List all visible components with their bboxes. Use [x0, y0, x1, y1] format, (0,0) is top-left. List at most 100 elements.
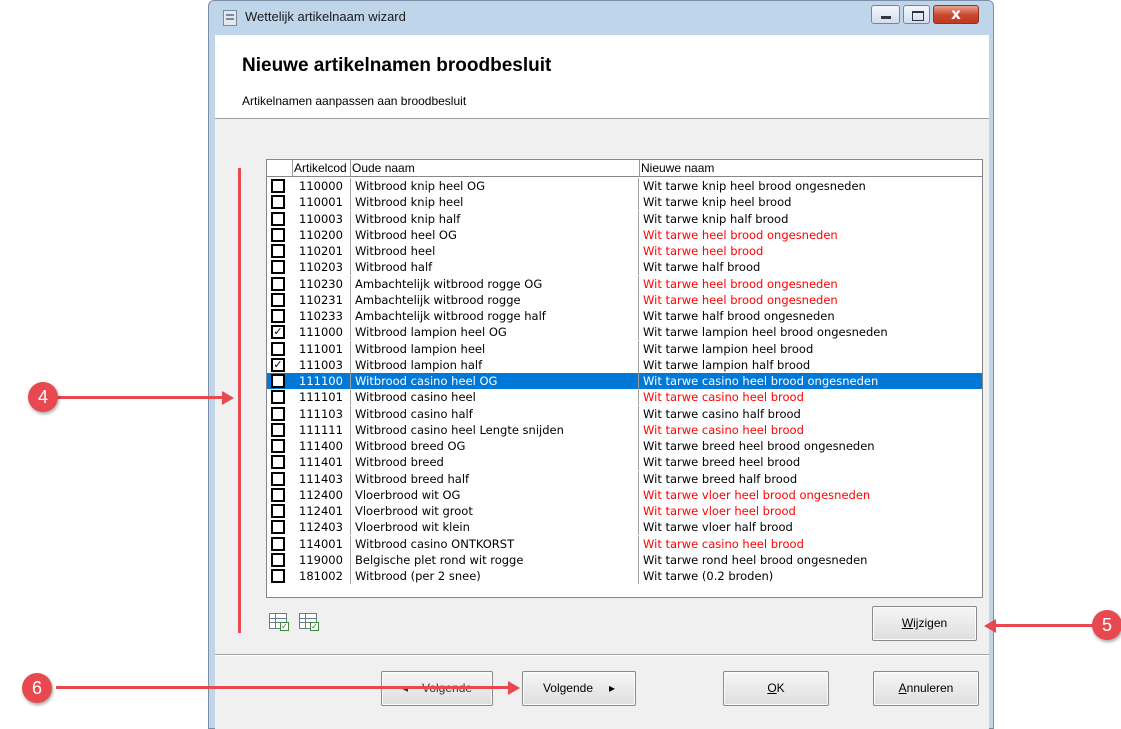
- row-checkbox[interactable]: ✓: [271, 357, 285, 372]
- row-checkbox[interactable]: [271, 390, 285, 405]
- cell-nieuwe-naam[interactable]: Wit tarwe heel brood ongesneden: [640, 276, 980, 292]
- cell-nieuwe-naam[interactable]: Wit tarwe heel brood ongesneden: [640, 227, 980, 243]
- cell-nieuwe-naam[interactable]: Wit tarwe casino heel brood: [640, 536, 980, 552]
- article-names-grid[interactable]: Artikelcod Oude naam Nieuwe naam 110000 W…: [266, 159, 983, 598]
- cancel-button[interactable]: Annuleren: [873, 671, 979, 706]
- table-row[interactable]: 110203 Witbrood half Wit tarwe half brood: [267, 259, 982, 276]
- table-row[interactable]: 110201 Witbrood heel Wit tarwe heel brood: [267, 243, 982, 259]
- table-row[interactable]: 119000 Belgische plet rond wit rogge Wit t…: [267, 551, 982, 568]
- wijzigen-button[interactable]: Wijzigen: [872, 606, 977, 641]
- cell-oude-naam: Witbrood breed half: [352, 470, 639, 487]
- row-checkbox[interactable]: [271, 244, 285, 258]
- next-button[interactable]: Volgende ▸: [522, 671, 636, 706]
- annotation-6-arrow-line: [56, 686, 511, 689]
- table-row[interactable]: 111400 Witbrood breed OG Wit tarwe breed h…: [267, 438, 982, 454]
- cell-nieuwe-naam[interactable]: Wit tarwe lampion half brood: [640, 357, 980, 373]
- row-check-cell: [267, 227, 292, 243]
- cell-nieuwe-naam[interactable]: Wit tarwe rond heel brood ongesneden: [640, 552, 980, 568]
- cell-nieuwe-naam[interactable]: Wit tarwe casino half brood: [640, 406, 980, 422]
- cell-nieuwe-naam[interactable]: Wit tarwe vloer heel brood ongesneden: [640, 487, 980, 503]
- title-bar[interactable]: Wettelijk artikelnaam wizard x: [209, 1, 993, 33]
- cell-nieuwe-naam[interactable]: Wit tarwe knip heel brood: [640, 194, 980, 210]
- table-row[interactable]: 114001 Witbrood casino ONTKORST Wit tarwe …: [267, 535, 982, 552]
- row-checkbox[interactable]: [271, 552, 285, 567]
- row-checkbox[interactable]: [271, 439, 285, 453]
- header-oude-naam[interactable]: Oude naam: [351, 160, 640, 176]
- table-row[interactable]: 110000 Witbrood knip heel OG Wit tarwe kni…: [267, 178, 982, 194]
- cell-nieuwe-naam[interactable]: Wit tarwe breed heel brood ongesneden: [640, 438, 980, 454]
- cell-artikelcode: 112401: [294, 503, 351, 519]
- table-row[interactable]: 111101 Witbrood casino heel Wit tarwe casi…: [267, 389, 982, 406]
- row-checkbox[interactable]: [271, 341, 285, 356]
- table-row[interactable]: 110233 Ambachtelijk witbrood rogge half Wi…: [267, 308, 982, 324]
- table-row[interactable]: 110231 Ambachtelijk witbrood rogge Wit tar…: [267, 291, 982, 308]
- table-row[interactable]: 110200 Witbrood heel OG Wit tarwe heel bro…: [267, 226, 982, 243]
- cell-nieuwe-naam[interactable]: Wit tarwe heel brood ongesneden: [640, 292, 980, 308]
- close-button[interactable]: x: [933, 5, 979, 24]
- row-checkbox[interactable]: [271, 309, 285, 323]
- cell-nieuwe-naam[interactable]: Wit tarwe vloer heel brood: [640, 503, 980, 519]
- cell-nieuwe-naam[interactable]: Wit tarwe casino heel brood: [640, 389, 980, 405]
- cell-nieuwe-naam[interactable]: Wit tarwe casino heel brood: [640, 422, 980, 438]
- row-checkbox[interactable]: [271, 422, 285, 437]
- row-checkbox[interactable]: [271, 569, 285, 583]
- cell-artikelcode: 111103: [294, 405, 351, 422]
- table-row[interactable]: 110001 Witbrood knip heel Wit tarwe knip h…: [267, 194, 982, 211]
- table-row[interactable]: ✓ 111100 Witbrood casino heel OG Wit tarwe …: [267, 373, 982, 390]
- row-checkbox[interactable]: ✓: [271, 374, 285, 388]
- row-check-cell: [267, 438, 292, 454]
- row-checkbox[interactable]: [271, 260, 285, 275]
- cell-artikelcode: 111400: [294, 438, 351, 454]
- minimize-button[interactable]: [871, 5, 900, 24]
- row-checkbox[interactable]: [271, 487, 285, 502]
- table-row[interactable]: 112400 Vloerbrood wit OG Wit tarwe vloer h…: [267, 486, 982, 503]
- cell-nieuwe-naam[interactable]: Wit tarwe breed heel brood: [640, 454, 980, 470]
- header-check-column[interactable]: [267, 160, 293, 176]
- row-checkbox[interactable]: [271, 536, 285, 551]
- row-checkbox[interactable]: [271, 211, 285, 226]
- table-row[interactable]: 111103 Witbrood casino half Wit tarwe casi…: [267, 405, 982, 422]
- row-checkbox[interactable]: [271, 504, 285, 518]
- table-row[interactable]: 110003 Witbrood knip half Wit tarwe knip h…: [267, 210, 982, 227]
- row-checkbox[interactable]: [271, 292, 285, 307]
- table-row[interactable]: 112403 Vloerbrood wit klein Wit tarwe vloe…: [267, 519, 982, 536]
- cell-nieuwe-naam[interactable]: Wit tarwe lampion heel brood: [640, 341, 980, 357]
- maximize-button[interactable]: [903, 5, 930, 24]
- cell-nieuwe-naam[interactable]: Wit tarwe casino heel brood ongesneden: [640, 373, 980, 389]
- header-nieuwe-naam[interactable]: Nieuwe naam: [640, 160, 982, 176]
- row-checkbox[interactable]: [271, 179, 285, 193]
- table-row[interactable]: 111111 Witbrood casino heel Lengte snijde…: [267, 421, 982, 438]
- deselect-all-icon[interactable]: ✓: [299, 613, 319, 631]
- cell-nieuwe-naam[interactable]: Wit tarwe (0.2 broden): [640, 568, 980, 584]
- row-checkbox[interactable]: [271, 227, 285, 242]
- cell-nieuwe-naam[interactable]: Wit tarwe knip heel brood ongesneden: [640, 178, 980, 194]
- row-checkbox[interactable]: [271, 195, 285, 210]
- cell-oude-naam: Witbrood breed OG: [352, 438, 639, 454]
- row-checkbox[interactable]: ✓: [271, 325, 285, 340]
- ok-button[interactable]: OK: [723, 671, 829, 706]
- row-checkbox[interactable]: [271, 406, 285, 421]
- cell-nieuwe-naam[interactable]: Wit tarwe breed half brood: [640, 471, 980, 487]
- table-row[interactable]: 112401 Vloerbrood wit groot Wit tarwe vloe…: [267, 503, 982, 519]
- row-checkbox[interactable]: [271, 520, 285, 535]
- cell-artikelcode: 110203: [294, 259, 351, 276]
- table-row[interactable]: ✓ 111000 Witbrood lampion heel OG Wit tarwe…: [267, 324, 982, 341]
- table-row[interactable]: 181002 Witbrood (per 2 snee) Wit tarwe (0.…: [267, 568, 982, 584]
- table-row[interactable]: 111001 Witbrood lampion heel Wit tarwe lam…: [267, 340, 982, 357]
- header-artikelcode[interactable]: Artikelcod: [293, 160, 351, 176]
- cell-nieuwe-naam[interactable]: Wit tarwe half brood ongesneden: [640, 308, 980, 324]
- table-row[interactable]: ✓ 111003 Witbrood lampion half Wit tarwe la…: [267, 356, 982, 373]
- wizard-header: Nieuwe artikelnamen broodbesluit Artikel…: [215, 35, 989, 119]
- cell-nieuwe-naam[interactable]: Wit tarwe knip half brood: [640, 211, 980, 227]
- select-all-icon[interactable]: ✓: [269, 613, 289, 631]
- table-row[interactable]: 110230 Ambachtelijk witbrood rogge OG Wit …: [267, 275, 982, 292]
- cell-nieuwe-naam[interactable]: Wit tarwe heel brood: [640, 243, 980, 259]
- row-checkbox[interactable]: [271, 276, 285, 291]
- row-checkbox[interactable]: [271, 455, 285, 470]
- cell-nieuwe-naam[interactable]: Wit tarwe half brood: [640, 259, 980, 275]
- cell-nieuwe-naam[interactable]: Wit tarwe vloer half brood: [640, 519, 980, 535]
- table-row[interactable]: 111403 Witbrood breed half Wit tarwe breed…: [267, 470, 982, 487]
- cell-nieuwe-naam[interactable]: Wit tarwe lampion heel brood ongesneden: [640, 324, 980, 340]
- table-row[interactable]: 111401 Witbrood breed Wit tarwe breed heel…: [267, 454, 982, 471]
- row-checkbox[interactable]: [271, 471, 285, 486]
